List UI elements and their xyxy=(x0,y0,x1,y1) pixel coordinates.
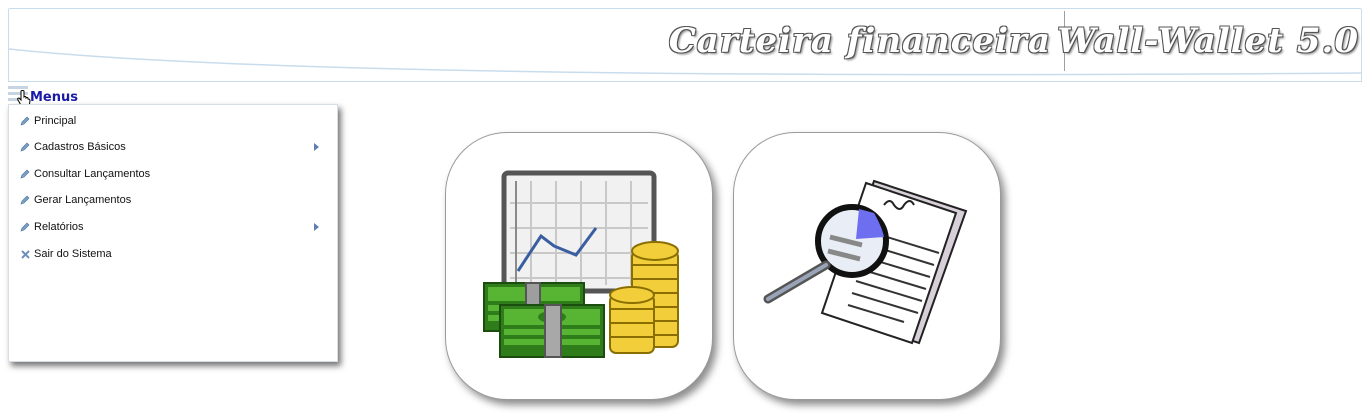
finance-shortcut-tile[interactable] xyxy=(445,132,713,400)
menu-item-principal[interactable]: Principal xyxy=(19,111,319,131)
header-banner: Carteira financeira Wall-Wallet 5.0 xyxy=(8,8,1362,82)
close-icon xyxy=(19,248,31,260)
menu-item-label: Principal xyxy=(34,115,77,127)
menu-item-gerar-lancamentos[interactable]: Gerar Lançamentos xyxy=(19,190,319,210)
menu-label[interactable]: Menus xyxy=(30,90,78,105)
menu-dropdown: Principal Cadastros Básicos Consultar La… xyxy=(8,104,338,362)
menu-item-label: Consultar Lançamentos xyxy=(34,168,151,180)
submenu-arrow-icon xyxy=(314,143,319,151)
menu-trigger[interactable]: Menus xyxy=(8,84,78,108)
reports-shortcut-tile[interactable] xyxy=(733,132,1001,400)
menu-item-label: Gerar Lançamentos xyxy=(34,194,132,206)
menu-item-label: Cadastros Básicos xyxy=(34,141,126,153)
submenu-arrow-icon xyxy=(314,223,319,231)
report-magnifier-icon xyxy=(763,179,968,345)
pencil-icon xyxy=(19,168,31,180)
menu-item-cadastros-basicos[interactable]: Cadastros Básicos xyxy=(19,137,319,157)
pencil-icon xyxy=(19,194,31,206)
menu-item-relatorios[interactable]: Relatórios xyxy=(19,217,319,237)
menu-item-consultar-lancamentos[interactable]: Consultar Lançamentos xyxy=(19,164,319,184)
menu-item-sair-do-sistema[interactable]: Sair do Sistema xyxy=(19,244,319,264)
pencil-icon xyxy=(19,115,31,127)
menu-item-label: Sair do Sistema xyxy=(34,248,112,260)
app-subtitle: Carteira financeira xyxy=(668,21,1051,61)
menu-item-label: Relatórios xyxy=(34,221,84,233)
pencil-icon xyxy=(19,221,31,233)
app-title: Wall-Wallet 5.0 xyxy=(1057,21,1359,61)
pencil-icon xyxy=(19,141,31,153)
finance-chart-money-icon xyxy=(483,170,679,358)
